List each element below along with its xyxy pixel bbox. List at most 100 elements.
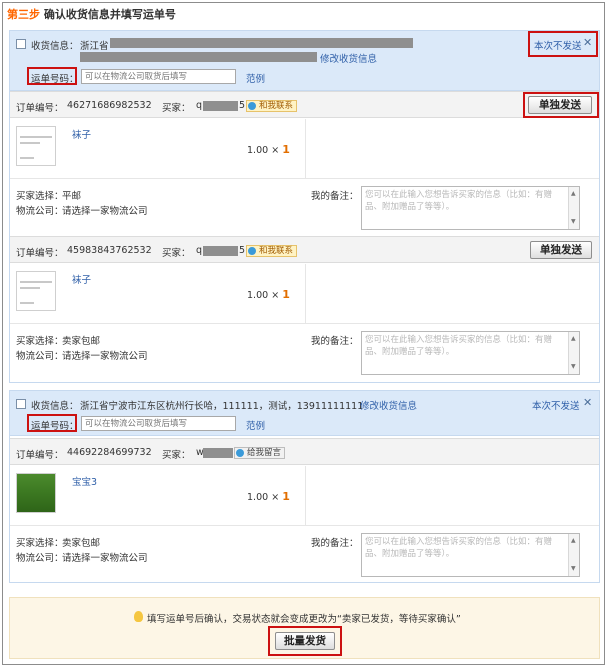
waybill-label: 运单号码： [31,74,79,85]
lightbulb-icon [134,611,143,622]
unit-price: 1.00 [247,290,269,301]
multiply-sign: × [271,492,280,503]
scrollbar[interactable] [568,187,579,229]
redacted-address [80,52,317,62]
multiply-sign: × [271,145,280,156]
logistics-label: 物流公司： [16,553,64,564]
example-link[interactable]: 范例 [246,418,265,432]
address-group-1: 收货信息： 浙江省 修改收货信息 本次不发送 ✕ 运单号码： 范例 订单编号： … [9,30,600,383]
skip-send-link[interactable]: 本次不发送 [534,38,582,52]
example-link[interactable]: 范例 [246,71,265,85]
contact-me-button[interactable]: 和我联系 [246,245,298,257]
address-text: 浙江省 [80,41,109,52]
buyer-name: q [196,100,203,111]
send-individually-button[interactable]: 单独发送 [530,241,592,259]
close-icon[interactable]: ✕ [583,396,592,409]
divider [305,466,306,526]
buyer-choice-value: 卖家包邮 [62,336,101,347]
order-header: 订单编号： 45983843762532 买家： q 5 和我联系 单独发送 [10,236,599,263]
divider [305,264,306,324]
remark-textarea[interactable]: 您可以在此输入您想告诉买家的信息（比如：有赠品、附加赠品了等等）。 [361,331,580,375]
page-title: 第三步 确认收货信息并填写运单号 [7,6,176,22]
remark-label: 我的备注： [311,191,359,202]
address-header-1: 收货信息： 浙江省 修改收货信息 本次不发送 ✕ 运单号码： 范例 [10,31,599,91]
order-3: 订单编号： 44692284699732 买家： w 给我留言 宝宝3 1.00… [10,436,599,584]
redacted-buyer [203,448,233,458]
product-thumbnail[interactable] [16,473,56,513]
buyer-choice-label: 买家选择： [16,191,64,202]
remark-textarea[interactable]: 您可以在此输入您想告诉买家的信息（比如：有赠品、附加赠品了等等）。 [361,533,580,577]
buyer-choice-value: 卖家包邮 [62,538,101,549]
buyer-choice-label: 买家选择： [16,538,64,549]
title-text: 确认收货信息并填写运单号 [43,8,176,21]
scrollbar[interactable] [568,534,579,576]
buyer-choice-value: 平邮 [62,191,82,202]
buyer-label: 买家： [162,103,191,114]
address-label: 收货信息： [31,41,79,52]
order-number: 45983843762532 [67,245,152,256]
logistics-label: 物流公司： [16,351,64,362]
buyer-name: 5 [239,245,246,256]
buyer-label: 买家： [162,450,191,461]
remark-label: 我的备注： [311,538,359,549]
buyer-name: 5 [239,100,246,111]
address-header-2: 收货信息： 浙江省宁波市江东区杭州行长哈，111111，测试，139111111… [10,391,599,436]
logistics-select[interactable]: 请选择一家物流公司 [62,550,148,564]
redacted-buyer [203,101,238,111]
unit-price: 1.00 [247,145,269,156]
buyer-name: q [196,245,203,256]
product-row: 袜子 1.00 × 1 [10,119,599,179]
address-label: 收货信息： [31,401,79,412]
select-checkbox[interactable] [16,399,26,409]
logistics-select[interactable]: 请选择一家物流公司 [62,203,148,217]
remark-label: 我的备注： [311,336,359,347]
product-thumbnail[interactable] [16,271,56,311]
order-label: 订单编号： [16,103,64,114]
product-name-link[interactable]: 袜子 [72,127,91,141]
order-label: 订单编号： [16,450,64,461]
remark-placeholder: 您可以在此输入您想告诉买家的信息（比如：有赠品、附加赠品了等等）。 [365,537,553,559]
divider [305,119,306,179]
waybill-input[interactable] [81,69,236,84]
modify-address-link[interactable]: 修改收货信息 [320,51,377,65]
close-icon[interactable]: ✕ [583,36,592,49]
footer-tip: 填写运单号后确认，交易状态就会变成更改为“卖家已发货，等待买家确认” [147,614,461,625]
product-name-link[interactable]: 袜子 [72,272,91,286]
waybill-label: 运单号码： [31,421,79,432]
batch-ship-button[interactable]: 批量发货 [275,632,335,650]
product-name-link[interactable]: 宝宝3 [72,474,97,488]
product-row: 袜子 1.00 × 1 [10,264,599,324]
quantity: 1 [282,288,290,301]
order-header: 订单编号： 44692284699732 买家： w 给我留言 [10,438,599,465]
send-individually-button[interactable]: 单独发送 [528,96,592,114]
skip-send-link[interactable]: 本次不发送 [532,398,580,412]
remark-placeholder: 您可以在此输入您想告诉买家的信息（比如：有赠品、附加赠品了等等）。 [365,190,553,212]
logistics-label: 物流公司： [16,206,64,217]
unit-price: 1.00 [247,492,269,503]
quantity: 1 [282,143,290,156]
order-1: 订单编号： 46271686982532 买家： q 5 和我联系 单独发送 袜… [10,91,599,236]
order-2: 订单编号： 45983843762532 买家： q 5 和我联系 单独发送 袜… [10,236,599,384]
select-checkbox[interactable] [16,39,26,49]
scrollbar[interactable] [568,332,579,374]
order-label: 订单编号： [16,248,64,259]
waybill-input[interactable] [81,416,236,431]
contact-me-button[interactable]: 和我联系 [246,100,298,112]
order-number: 44692284699732 [67,447,152,458]
address-group-2: 收货信息： 浙江省宁波市江东区杭州行长哈，111111，测试，139111111… [9,390,600,583]
step-label: 第三步 [7,8,40,21]
order-header: 订单编号： 46271686982532 买家： q 5 和我联系 单独发送 [10,91,599,118]
batch-footer: 填写运单号后确认，交易状态就会变成更改为“卖家已发货，等待买家确认” 批量发货 [9,597,600,659]
order-number: 46271686982532 [67,100,152,111]
modify-address-link[interactable]: 修改收货信息 [360,398,417,412]
buyer-choice-label: 买家选择： [16,336,64,347]
multiply-sign: × [271,290,280,301]
product-thumbnail[interactable] [16,126,56,166]
buyer-label: 买家： [162,248,191,259]
remark-placeholder: 您可以在此输入您想告诉买家的信息（比如：有赠品、附加赠品了等等）。 [365,335,553,357]
address-text: 浙江省宁波市江东区杭州行长哈，111111，测试，13911111111 [80,401,364,412]
logistics-select[interactable]: 请选择一家物流公司 [62,348,148,362]
leave-message-button[interactable]: 给我留言 [234,447,286,459]
remark-textarea[interactable]: 您可以在此输入您想告诉买家的信息（比如：有赠品、附加赠品了等等）。 [361,186,580,230]
product-row: 宝宝3 1.00 × 1 [10,466,599,526]
